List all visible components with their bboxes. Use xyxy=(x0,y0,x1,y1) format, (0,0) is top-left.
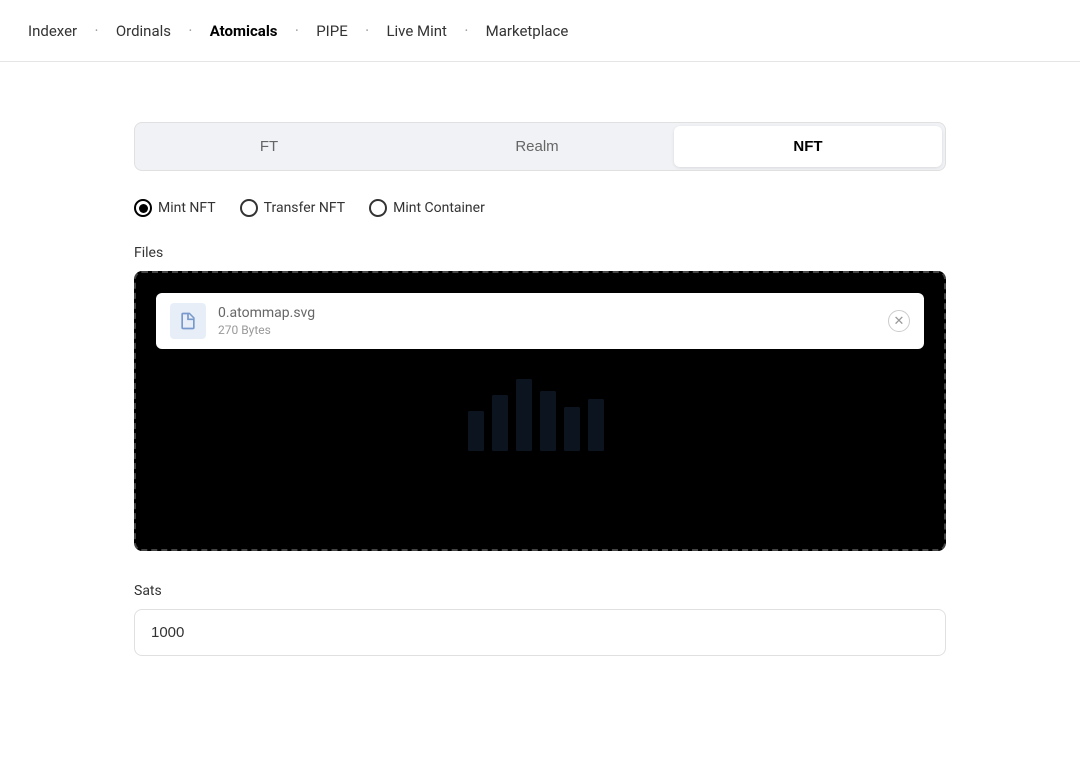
file-remove-button[interactable]: ✕ xyxy=(888,310,910,332)
radio-mint-container[interactable]: Mint Container xyxy=(369,199,485,217)
file-type-icon xyxy=(170,303,206,339)
nav-item-atomicals[interactable]: Atomicals xyxy=(206,22,282,40)
sats-label: Sats xyxy=(134,583,946,599)
nav-item-ordinals[interactable]: Ordinals xyxy=(112,22,175,40)
radio-circle-transfer-nft xyxy=(240,199,258,217)
radio-transfer-nft[interactable]: Transfer NFT xyxy=(240,199,345,217)
close-icon: ✕ xyxy=(894,314,905,329)
radio-label-mint-container: Mint Container xyxy=(393,200,485,216)
nav-item-marketplace[interactable]: Marketplace xyxy=(482,22,573,40)
file-info: 0.atommap.svg 270 Bytes xyxy=(218,305,876,337)
radio-circle-mint-container xyxy=(369,199,387,217)
navbar: Indexer • Ordinals • Atomicals • PIPE • … xyxy=(0,0,1080,62)
file-size: 270 Bytes xyxy=(218,323,876,337)
nav-item-pipe[interactable]: PIPE xyxy=(312,22,352,40)
radio-group: Mint NFT Transfer NFT Mint Container xyxy=(134,199,946,217)
sats-input[interactable] xyxy=(134,609,946,656)
nav-dot-3: • xyxy=(296,26,299,35)
nav-dot-1: • xyxy=(95,26,98,35)
nav-dot-5: • xyxy=(465,26,468,35)
radio-label-transfer-nft: Transfer NFT xyxy=(264,200,345,216)
nav-dot-2: • xyxy=(189,26,192,35)
tab-nft[interactable]: NFT xyxy=(674,126,942,167)
drop-zone-watermark xyxy=(460,361,620,461)
nav-item-indexer[interactable]: Indexer xyxy=(24,22,81,40)
nav-item-live-mint[interactable]: Live Mint xyxy=(382,22,451,40)
file-name: 0.atommap.svg xyxy=(218,305,876,321)
nav-dot-4: • xyxy=(366,26,369,35)
main-content: FT Realm NFT Mint NFT Transfer NFT Mint … xyxy=(110,62,970,696)
tab-group: FT Realm NFT xyxy=(134,122,946,171)
radio-circle-mint-nft xyxy=(134,199,152,217)
files-section: Files xyxy=(134,245,946,551)
tab-realm[interactable]: Realm xyxy=(403,123,671,170)
file-drop-zone[interactable]: 0.atommap.svg 270 Bytes ✕ xyxy=(134,271,946,551)
files-label: Files xyxy=(134,245,946,261)
radio-label-mint-nft: Mint NFT xyxy=(158,200,216,216)
tab-ft[interactable]: FT xyxy=(135,123,403,170)
sats-section: Sats xyxy=(134,583,946,656)
file-item: 0.atommap.svg 270 Bytes ✕ xyxy=(156,293,924,349)
radio-mint-nft[interactable]: Mint NFT xyxy=(134,199,216,217)
